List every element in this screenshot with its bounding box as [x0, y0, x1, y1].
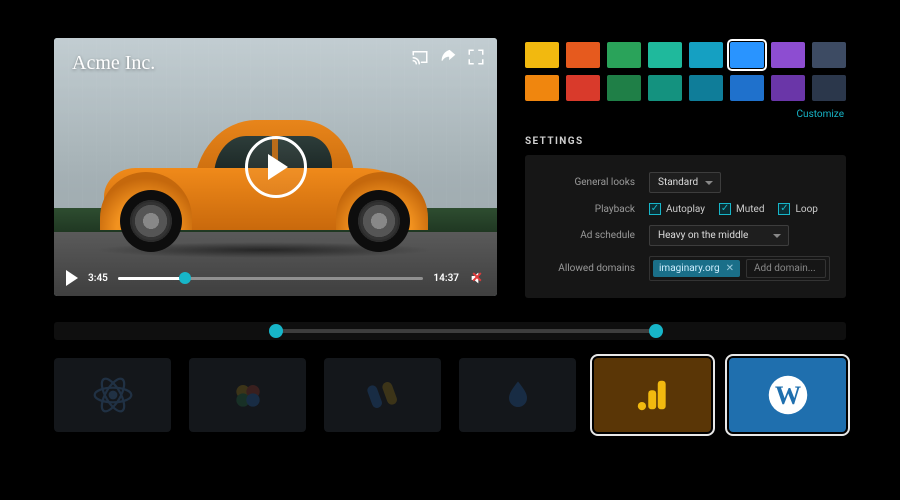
range-handle-end[interactable]: [649, 324, 663, 338]
play-button[interactable]: [66, 270, 78, 286]
range-slider[interactable]: [54, 322, 846, 340]
integrations-strip: W: [54, 358, 846, 432]
color-swatch[interactable]: [689, 42, 723, 68]
color-swatch[interactable]: [812, 42, 846, 68]
color-swatch[interactable]: [525, 42, 559, 68]
color-swatch[interactable]: [648, 42, 682, 68]
muted-checkbox[interactable]: ✓Muted: [719, 203, 764, 215]
color-swatch[interactable]: [730, 75, 764, 101]
settings-panel: General looks Standard Playback ✓Autopla…: [525, 155, 846, 298]
looks-label: General looks: [539, 177, 635, 188]
domains-label: Allowed domains: [539, 263, 635, 274]
color-swatch[interactable]: [566, 42, 600, 68]
customize-link[interactable]: Customize: [525, 109, 846, 120]
autoplay-checkbox[interactable]: ✓Autoplay: [649, 203, 705, 215]
settings-heading: SETTINGS: [525, 136, 846, 147]
integration-analytics[interactable]: [594, 358, 711, 432]
ads-select[interactable]: Heavy on the middle: [649, 225, 789, 246]
color-palette: [525, 42, 846, 101]
brand-watermark: Acme Inc.: [72, 52, 155, 75]
loop-checkbox[interactable]: ✓Loop: [778, 203, 817, 215]
integration-adsense[interactable]: [324, 358, 441, 432]
ads-label: Ad schedule: [539, 230, 635, 241]
color-swatch[interactable]: [730, 42, 764, 68]
fullscreen-icon[interactable]: [467, 48, 485, 66]
color-swatch[interactable]: [648, 75, 682, 101]
domain-input[interactable]: Add domain...: [746, 259, 826, 278]
domain-chip[interactable]: imaginary.org ✕: [653, 260, 740, 277]
integration-wordpress[interactable]: W: [729, 358, 846, 432]
duration: 14:37: [433, 273, 459, 284]
current-time: 3:45: [88, 273, 108, 284]
play-overlay-button[interactable]: [245, 136, 307, 198]
color-swatch[interactable]: [689, 75, 723, 101]
playback-label: Playback: [539, 204, 635, 215]
share-icon[interactable]: [439, 48, 457, 66]
mute-icon[interactable]: ✕: [469, 270, 485, 286]
integration-droplet[interactable]: [459, 358, 576, 432]
color-swatch[interactable]: [771, 42, 805, 68]
color-swatch[interactable]: [607, 75, 641, 101]
cast-icon[interactable]: [411, 48, 429, 66]
color-swatch[interactable]: [566, 75, 600, 101]
color-swatch[interactable]: [812, 75, 846, 101]
seek-knob[interactable]: [179, 272, 191, 284]
video-player[interactable]: Acme Inc. 3:45 14: [54, 38, 497, 296]
svg-text:W: W: [774, 381, 800, 410]
integration-gcloud[interactable]: [189, 358, 306, 432]
color-swatch[interactable]: [771, 75, 805, 101]
color-swatch[interactable]: [525, 75, 559, 101]
integration-react[interactable]: [54, 358, 171, 432]
chip-remove-icon[interactable]: ✕: [726, 263, 734, 274]
looks-select[interactable]: Standard: [649, 172, 721, 193]
range-handle-start[interactable]: [269, 324, 283, 338]
color-swatch[interactable]: [607, 42, 641, 68]
seek-bar[interactable]: [118, 277, 424, 280]
